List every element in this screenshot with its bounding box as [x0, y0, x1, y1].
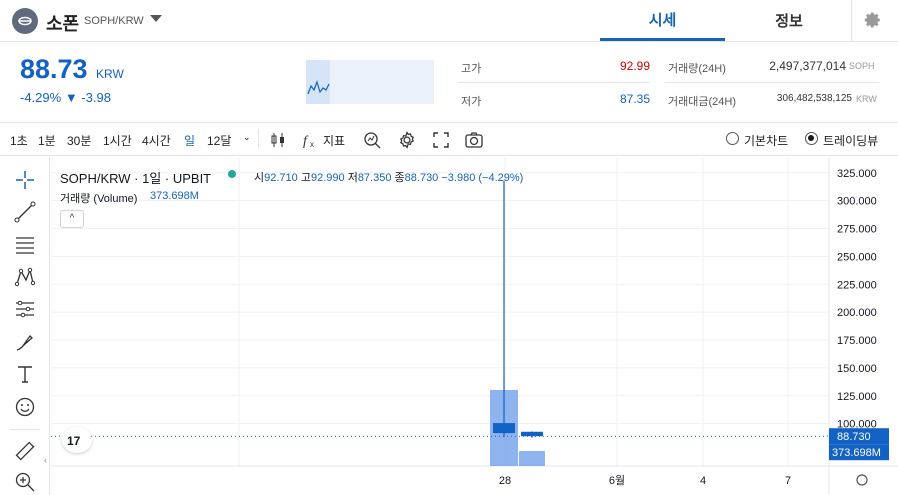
- svg-text:x: x: [310, 140, 314, 149]
- low-value: 87.35: [619, 92, 650, 106]
- change-percent: -4.29%: [20, 90, 62, 105]
- fullscreen-icon[interactable]: [431, 130, 451, 150]
- candle-body: [493, 423, 515, 434]
- volume-24h-label: 거래량(24H): [668, 63, 726, 75]
- amount-24h-label: 거래대금(24H): [668, 96, 736, 108]
- amount-24h-value: 306,482,538,125: [776, 93, 852, 104]
- price-chart[interactable]: 325.000 300.000 275.000 250.000 225.000 200.0…: [51, 157, 898, 495]
- price-tick-label: 150.000: [837, 363, 877, 375]
- high-label: 고가: [461, 63, 482, 75]
- volume-legend-value: 373.698M: [150, 190, 199, 202]
- indicator-label[interactable]: 지표: [323, 132, 345, 149]
- compare-search-icon[interactable]: [362, 130, 382, 150]
- basic-chart-radio[interactable]: [726, 132, 739, 145]
- coin-symbol: SOPH/KRW: [84, 15, 144, 27]
- coin-name: 소폰: [46, 14, 80, 34]
- mini-sparkline-chart: [306, 60, 434, 104]
- drawing-tools-panel: [0, 157, 50, 495]
- fib-lines-icon[interactable]: [14, 234, 36, 256]
- svg-text:f: f: [303, 134, 309, 149]
- interval-day[interactable]: 일: [184, 132, 195, 149]
- tab-divider: [851, 0, 852, 41]
- volume-legend-label: 거래량 (Volume): [60, 193, 138, 205]
- stats-divider: [665, 82, 879, 83]
- time-tick-label: 7: [785, 475, 791, 487]
- basic-chart-label[interactable]: 기본차트: [744, 132, 788, 149]
- chart-legend-title: SOPH/KRW · 1일 · UPBIT: [60, 171, 212, 186]
- price-tick-label: 250.000: [837, 251, 877, 263]
- ohlc-readout: 시92.710 고92.990 저87.350 종88.730 −3.980 (…: [254, 172, 524, 184]
- price-unit: KRW: [96, 67, 124, 81]
- interval-12month[interactable]: 12달: [207, 132, 231, 149]
- candlestick-icon[interactable]: [268, 130, 288, 150]
- tab-info[interactable]: 정보: [728, 0, 850, 41]
- ruler-icon[interactable]: [14, 440, 36, 462]
- price-tick-label: 300.000: [837, 196, 877, 208]
- svg-text:17: 17: [67, 434, 81, 448]
- coin-logo: [12, 8, 38, 34]
- collapse-legend-button[interactable]: ^: [60, 210, 84, 228]
- brush-icon[interactable]: [14, 331, 36, 353]
- toolbar-divider: [258, 129, 259, 149]
- trend-line-icon[interactable]: [14, 201, 36, 223]
- interval-1h[interactable]: 1시간: [103, 132, 132, 149]
- volume-24h-unit: SOPH: [849, 61, 875, 71]
- pattern-icon[interactable]: [14, 266, 36, 288]
- tradingview-logo: 17: [62, 427, 92, 453]
- function-icon[interactable]: f x: [300, 130, 320, 150]
- time-tick-label: 28: [499, 475, 511, 487]
- text-icon[interactable]: [14, 363, 36, 385]
- crosshair-icon[interactable]: [14, 169, 36, 191]
- stats-divider: [458, 82, 650, 83]
- interval-1s[interactable]: 1초: [10, 132, 28, 149]
- chevron-down-icon[interactable]: ⌄: [243, 132, 251, 143]
- price-tick-label: 225.000: [837, 279, 877, 291]
- candle-body: [521, 431, 543, 437]
- tradingview-label[interactable]: 트레이딩뷰: [823, 132, 878, 149]
- time-tick-label: 4: [700, 475, 706, 487]
- high-value: 92.99: [619, 59, 650, 73]
- market-status-dot: [228, 170, 236, 178]
- price-tick-label: 275.000: [837, 224, 877, 236]
- amount-24h-unit: KRW: [856, 94, 877, 104]
- interval-30m[interactable]: 30분: [67, 132, 91, 149]
- tools-divider: [10, 429, 40, 430]
- gear-icon[interactable]: [864, 11, 882, 29]
- interval-1m[interactable]: 1분: [38, 132, 56, 149]
- coin-dropdown-caret-icon[interactable]: [150, 15, 162, 22]
- interval-4h[interactable]: 4시간: [142, 132, 171, 149]
- price-tick-label: 325.000: [837, 168, 877, 180]
- emoji-icon[interactable]: [14, 396, 36, 418]
- time-tick-label: 6월: [609, 474, 625, 487]
- last-price-label: 88.730: [837, 431, 871, 443]
- price-change: -4.29% ▼ -3.98: [20, 90, 111, 105]
- zoom-in-icon[interactable]: [14, 471, 36, 493]
- prediction-icon[interactable]: [14, 298, 36, 320]
- price-tick-label: 175.000: [837, 335, 877, 347]
- camera-icon[interactable]: [464, 130, 484, 150]
- chart-area[interactable]: ‹ 325.000 300.000 275.000 250.000 225.000 200…: [0, 157, 898, 495]
- tab-quote[interactable]: 시세: [600, 0, 725, 41]
- price-tick-label: 125.000: [837, 391, 877, 403]
- tradingview-radio[interactable]: [805, 132, 818, 145]
- price-tick-label: 200.000: [837, 307, 877, 319]
- last-volume-label: 373.698M: [832, 447, 881, 459]
- low-label: 저가: [461, 96, 482, 108]
- time-axis-settings-icon[interactable]: [856, 474, 868, 486]
- current-price: 88.73: [20, 54, 88, 84]
- gear-icon[interactable]: [397, 130, 417, 150]
- chart-toolbar: 1초 1분 30분 1시간 4시간 일 12달 ⌄ f x 지표 기본차트 트레…: [0, 122, 898, 156]
- header-bar: 소폰 SOPH/KRW 시세 정보: [0, 0, 898, 42]
- volume-bar: [519, 451, 545, 466]
- volume-24h-value: 2,497,377,014: [769, 59, 846, 73]
- change-absolute: ▼ -3.98: [64, 90, 111, 105]
